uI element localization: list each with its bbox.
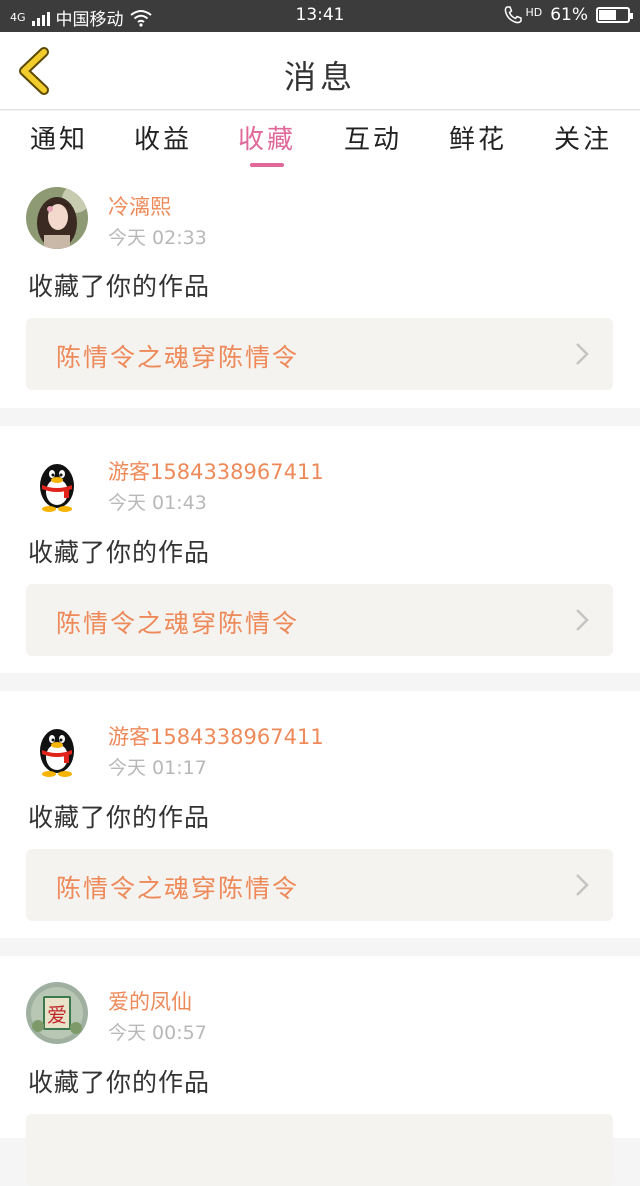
work-link[interactable]: 陈情令之魂穿陈情令 bbox=[26, 318, 613, 390]
work-title: 陈情令之魂穿陈情令 bbox=[56, 609, 300, 638]
message-card: 游客1584338967411 今天 01:43 收藏了你的作品 陈情令之魂穿陈… bbox=[0, 426, 640, 673]
avatar[interactable] bbox=[26, 452, 88, 514]
tab-earnings[interactable]: 收益 bbox=[110, 119, 216, 156]
chevron-right-icon bbox=[576, 874, 589, 896]
action-text: 收藏了你的作品 bbox=[28, 803, 211, 832]
timestamp: 今天 02:33 bbox=[108, 227, 207, 249]
action-text: 收藏了你的作品 bbox=[28, 1068, 211, 1097]
tab-notifications[interactable]: 通知 bbox=[6, 119, 112, 156]
username[interactable]: 游客1584338967411 bbox=[108, 721, 324, 751]
message-card: 冷漓熙 今天 02:33 收藏了你的作品 陈情令之魂穿陈情令 bbox=[0, 179, 640, 408]
status-bar: 4G 中国移动 13:41 HD 61% bbox=[0, 0, 640, 32]
tab-favorites[interactable]: 收藏 bbox=[214, 119, 320, 156]
phone-icon bbox=[505, 6, 523, 24]
work-title: 陈情令之魂穿陈情令 bbox=[56, 874, 300, 903]
battery-percent: 61% bbox=[550, 5, 588, 25]
active-tab-indicator bbox=[250, 163, 284, 167]
chevron-right-icon bbox=[576, 343, 589, 365]
username[interactable]: 冷漓熙 bbox=[108, 191, 171, 221]
avatar[interactable] bbox=[26, 187, 88, 249]
work-link[interactable]: 陈情令之魂穿陈情令 bbox=[26, 584, 613, 656]
tab-flowers[interactable]: 鲜花 bbox=[425, 119, 531, 156]
action-text: 收藏了你的作品 bbox=[28, 272, 211, 301]
battery-icon bbox=[596, 7, 633, 23]
message-card: 爱 爱的凤仙 今天 00:57 收藏了你的作品 bbox=[0, 956, 640, 1186]
header: 消息 bbox=[0, 32, 640, 110]
girl-portrait-avatar-image bbox=[26, 187, 88, 249]
message-card: 游客1584338967411 今天 01:17 收藏了你的作品 陈情令之魂穿陈… bbox=[0, 691, 640, 938]
action-text: 收藏了你的作品 bbox=[28, 538, 211, 567]
page-title: 消息 bbox=[283, 58, 356, 96]
timestamp: 今天 00:57 bbox=[108, 1022, 207, 1044]
status-right: HD 61% bbox=[503, 5, 633, 25]
svg-text:爱: 爱 bbox=[47, 1003, 67, 1027]
avatar[interactable] bbox=[26, 717, 88, 779]
timestamp: 今天 01:17 bbox=[108, 757, 207, 779]
tab-bar: 通知 收益 收藏 互动 鲜花 关注 bbox=[0, 111, 640, 179]
tab-follows[interactable]: 关注 bbox=[530, 119, 636, 156]
work-title: 陈情令之魂穿陈情令 bbox=[56, 343, 300, 372]
username[interactable]: 爱的凤仙 bbox=[108, 986, 192, 1016]
timestamp: 今天 01:43 bbox=[108, 492, 207, 514]
battery-fill bbox=[599, 10, 616, 20]
penguin-avatar-image bbox=[26, 452, 88, 514]
penguin-avatar-image bbox=[26, 717, 88, 779]
hd-label: HD bbox=[525, 5, 543, 19]
work-link[interactable]: 陈情令之魂穿陈情令 bbox=[26, 849, 613, 921]
chevron-right-icon bbox=[576, 609, 589, 631]
avatar[interactable]: 爱 bbox=[26, 982, 88, 1044]
username[interactable]: 游客1584338967411 bbox=[108, 456, 324, 486]
love-tile-avatar-image: 爱 bbox=[26, 982, 88, 1044]
work-link[interactable] bbox=[26, 1114, 613, 1186]
tab-interactions[interactable]: 互动 bbox=[320, 119, 426, 156]
